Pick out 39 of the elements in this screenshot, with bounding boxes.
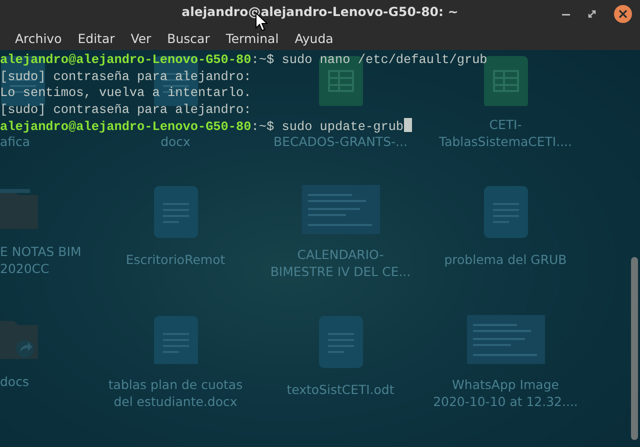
file-name: del estudiante.docx xyxy=(114,393,238,410)
file-name: WhatsApp Image xyxy=(452,376,559,393)
maximize-icon[interactable] xyxy=(587,9,597,19)
file-name: CETI- xyxy=(489,116,522,133)
file-name: E NOTAS BIM xyxy=(0,243,82,260)
terminal-output: [sudo] contraseña para alejandro: xyxy=(0,102,252,116)
file-name: 2020CC xyxy=(0,260,50,277)
file-name: TablasSistemaCETI.... xyxy=(439,133,572,150)
window-title: alejandro@alejandro-Lenovo-G50-80: ~ xyxy=(182,5,458,19)
menu-item[interactable]: Editar xyxy=(70,30,123,48)
image-thumbnail[interactable] xyxy=(466,315,544,364)
terminal-command: sudo update-grub xyxy=(280,119,404,134)
menu-item[interactable]: Buscar xyxy=(159,30,218,48)
terminal-output: [sudo] contraseña para alejandro: xyxy=(0,68,252,84)
file-name: docs xyxy=(0,373,29,390)
prompt-user-host: alejandro@alejandro-Lenovo-G50-80 xyxy=(0,119,252,134)
menu-item[interactable]: Ayuda xyxy=(286,30,342,48)
terminal-output: Lo sentimos, vuelva a intentarlo. xyxy=(0,85,252,100)
file-name: EscritorioRemot xyxy=(126,251,226,268)
prompt-path: :~$ xyxy=(251,119,274,134)
menu-item[interactable]: Archivo xyxy=(7,30,70,48)
prompt-user-host: alejandro@alejandro-Lenovo-G50-80 xyxy=(0,52,252,67)
terminal-command: sudo nano /etc/default/grub xyxy=(280,52,488,67)
file-name: CALENDARIO- xyxy=(297,246,384,263)
menu-item[interactable]: Terminal xyxy=(218,30,287,48)
close-icon[interactable] xyxy=(613,4,633,24)
menu-item[interactable]: Ver xyxy=(122,30,160,48)
file-name: problema del GRUB xyxy=(444,251,567,268)
file-name: tablas plan de cuotas xyxy=(108,376,243,393)
file-name: 2020-10-10 at 12.32.... xyxy=(433,393,578,410)
file-name: BIMESTRE IV DEL CE... xyxy=(270,263,411,280)
file-name: textoSistCETI.odt xyxy=(286,381,394,398)
text-cursor xyxy=(404,118,412,132)
file-name: BECADOS-GRANTS-... xyxy=(274,133,408,150)
image-thumbnail[interactable] xyxy=(302,185,380,234)
file-name: afica xyxy=(0,133,30,150)
file-name: docx xyxy=(160,133,190,150)
scrollbar-thumb[interactable] xyxy=(631,257,638,440)
prompt-path: :~$ xyxy=(251,52,274,67)
